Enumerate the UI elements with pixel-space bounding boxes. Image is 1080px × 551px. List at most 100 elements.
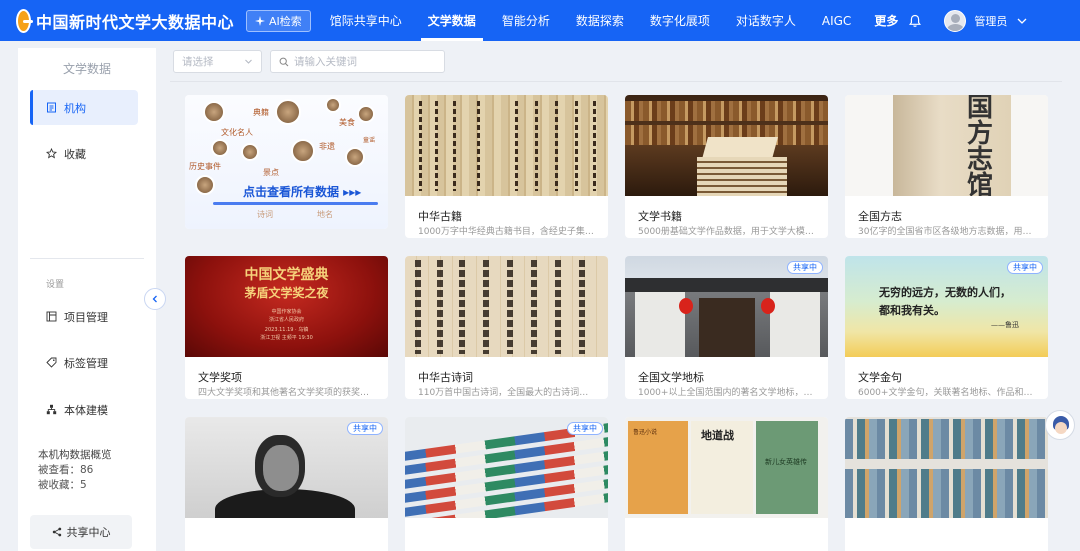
deco-circle <box>345 147 365 167</box>
nav-item-aigc[interactable]: AIGC <box>809 0 864 41</box>
calligraphy-column <box>415 260 421 354</box>
select-placeholder: 请选择 <box>182 56 214 68</box>
calligraphy-column <box>459 260 465 354</box>
deco-circle <box>203 101 225 123</box>
white-wall <box>635 292 685 357</box>
lantern <box>761 298 775 314</box>
dataset-card[interactable]: 文学书籍 5000册基础文学作品数据，用于文学大模… <box>625 95 828 238</box>
open-book <box>702 137 778 159</box>
card-title: 文学书籍 <box>638 210 682 223</box>
nav-item-data-explore[interactable]: 数据探索 <box>563 0 637 41</box>
portrait-face <box>263 445 299 491</box>
nav-item-digital-human[interactable]: 对话数字人 <box>723 0 809 41</box>
tag-word: 童谣 <box>363 137 376 144</box>
nav-item-literature-data[interactable]: 文学数据 <box>415 0 489 41</box>
sidebar-item-label: 标签管理 <box>64 356 108 370</box>
sidebar-item-ontology-modeling[interactable]: 本体建模 <box>30 392 138 427</box>
scroll-text-column <box>555 101 558 191</box>
bell-icon[interactable] <box>908 14 922 28</box>
scroll-text-column <box>477 101 480 191</box>
sidebar-item-tag-management[interactable]: 标签管理 <box>30 345 138 380</box>
calligraphy-column <box>437 260 443 354</box>
dataset-card[interactable]: 鲁迅小说 地道战 新儿女英雄传 <box>625 417 828 551</box>
cta-underline <box>213 202 378 205</box>
card-title: 中华古籍 <box>418 210 462 223</box>
user-menu[interactable]: 管理员 <box>944 9 1027 32</box>
viewed-count: 被查看：86 <box>38 464 94 476</box>
quote-author: ——鲁迅 <box>991 321 1019 329</box>
view-all-cta: 点击查看所有数据 ▸▸▸ <box>243 185 362 199</box>
card-description: 1000万字中华经典古籍书目，含经史子集… <box>418 227 594 237</box>
chevron-left-icon <box>152 295 157 303</box>
deco-circle <box>275 99 301 125</box>
view-all-data-card[interactable]: 典籍 美食 文化名人 非遗 历史事件 景点 诗词 地名 童谣 点击查看所有数据 … <box>185 95 388 229</box>
search-box[interactable] <box>270 50 445 73</box>
dataset-card[interactable]: 共享中 <box>185 417 388 551</box>
deco-circle <box>211 139 229 157</box>
more-menu[interactable]: 更多 <box>874 12 898 29</box>
poster-headline: 中国文学盛典 <box>244 267 329 283</box>
roof <box>625 278 828 292</box>
scroll-text-column <box>453 101 456 191</box>
favorited-count: 被收藏：5 <box>38 479 87 491</box>
filter-divider <box>170 81 1062 82</box>
share-center-button[interactable]: 共享中心 <box>30 515 132 549</box>
nav-item-digital-exhibit[interactable]: 数字化展项 <box>637 0 723 41</box>
dataset-card[interactable]: 中华古籍 1000万字中华经典古籍书目，含经史子集… <box>405 95 608 238</box>
scroll-text-column <box>515 101 518 191</box>
dataset-card[interactable]: 中国文学盛典 茅盾文学奖之夜 中国作家协会 浙江省人民政府 2023.11.19… <box>185 256 388 399</box>
deco-circle <box>195 175 215 195</box>
digital-assistant-avatar[interactable] <box>1045 410 1075 440</box>
shared-badge: 共享中 <box>567 422 603 435</box>
chevron-down-icon <box>245 59 252 64</box>
dataset-card[interactable]: 无穷的远方，无数的人们， 都和我有关。 ——鲁迅 共享中 文学金句 6000+文… <box>845 256 1048 399</box>
dataset-card[interactable] <box>845 417 1048 551</box>
nav-item-share-center[interactable]: 馆际共享中心 <box>317 0 415 41</box>
card-description: 5000册基础文学作品数据，用于文学大模… <box>638 227 814 237</box>
org-data-overview: 本机构数据概览 被查看：86 被收藏：5 <box>38 448 112 493</box>
book-stack <box>697 157 787 196</box>
deco-circle <box>241 143 259 161</box>
sidebar-item-label: 本体建模 <box>64 403 108 417</box>
user-name: 管理员 <box>974 14 1008 28</box>
card-description: 6000+文学金句，关联著名地标、作品和… <box>858 388 1033 398</box>
dataset-card[interactable]: 国方志馆 全国方志 30亿字的全国省市区各级地方志数据，用… <box>845 95 1048 238</box>
shared-badge: 共享中 <box>1007 261 1043 274</box>
book-cover <box>756 421 818 514</box>
ai-search-button[interactable]: AI检索 <box>246 9 311 32</box>
brand-logo[interactable]: 中国新时代文学大数据中心 <box>16 8 234 33</box>
ai-search-label: AI检索 <box>269 14 302 28</box>
tag-word: 典籍 <box>253 108 269 117</box>
poster-date: 2023.11.19 · 乌镇 <box>264 327 309 333</box>
overview-title: 本机构数据概览 <box>38 449 112 461</box>
dataset-card[interactable]: 共享中 <box>405 417 608 551</box>
calligraphy-column <box>531 260 537 354</box>
card-description: 1000+以上全国范围内的著名文学地标，… <box>638 388 813 398</box>
filter-bar: 请选择 <box>173 50 445 73</box>
search-input[interactable] <box>294 55 434 68</box>
main-nav: 馆际共享中心 文学数据 智能分析 数据探索 数字化展项 对话数字人 AIGC <box>317 0 865 41</box>
card-title: 文学金句 <box>858 371 902 384</box>
card-thumbnail: 鲁迅小说 地道战 新儿女英雄传 <box>625 417 828 518</box>
category-select[interactable]: 请选择 <box>173 50 262 73</box>
hierarchy-icon <box>46 404 57 415</box>
sidebar-item-institution[interactable]: 机构 <box>30 90 138 125</box>
deco-circle <box>325 97 341 113</box>
tag-word: 诗词 <box>257 210 273 219</box>
sidebar-item-label: 机构 <box>64 101 86 115</box>
cover-title: 国方志馆 <box>967 95 994 196</box>
cover-title: 新儿女英雄传 <box>765 458 807 466</box>
quote-line: 无穷的远方，无数的人们， <box>879 286 1011 299</box>
dataset-card[interactable]: 共享中 全国文学地标 1000+以上全国范围内的著名文学地标，… <box>625 256 828 399</box>
sidebar-item-favorites[interactable]: 收藏 <box>30 136 138 171</box>
nav-item-smart-analysis[interactable]: 智能分析 <box>489 0 563 41</box>
sidebar-item-project-management[interactable]: 项目管理 <box>30 299 138 334</box>
card-thumbnail: 国方志馆 <box>845 95 1048 196</box>
shared-badge: 共享中 <box>787 261 823 274</box>
book-row <box>845 419 1048 459</box>
gate <box>699 298 755 357</box>
card-title: 文学奖项 <box>198 371 242 384</box>
dataset-card[interactable]: 中华古诗词 110万首中国古诗词，全国最大的古诗词数… <box>405 256 608 399</box>
collapse-sidebar-button[interactable] <box>144 288 166 310</box>
poster-org: 中国作家协会 <box>271 309 302 315</box>
